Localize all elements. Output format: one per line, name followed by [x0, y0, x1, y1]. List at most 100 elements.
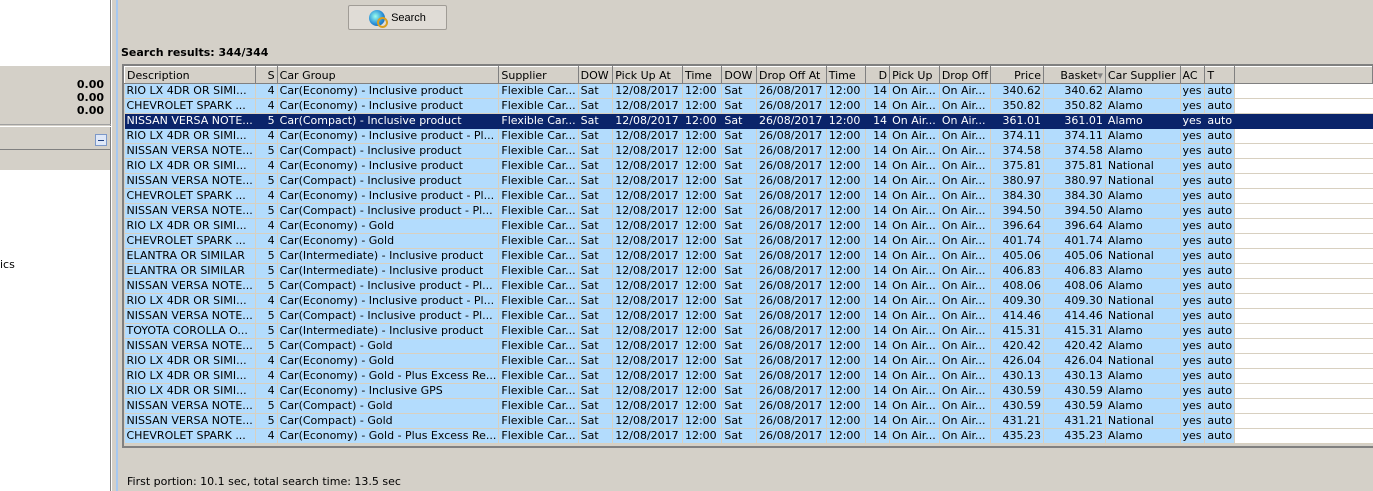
- table-row[interactable]: NISSAN VERSA NOTE... 5 Car(Compact) - Incl…: [124, 278, 1373, 294]
- cell-supplier: Flexible Car...: [498, 263, 579, 279]
- cell-ac: yes: [1180, 338, 1206, 354]
- cell-description: NISSAN VERSA NOTE...: [124, 413, 256, 429]
- column-header-dow[interactable]: DOW: [721, 66, 758, 84]
- table-row[interactable]: CHEVROLET SPARK ... 4 Car(Economy) - Inclu…: [124, 188, 1373, 204]
- cell-t: auto: [1204, 413, 1236, 429]
- table-row[interactable]: CHEVROLET SPARK ... 4 Car(Economy) - Gold F…: [124, 233, 1373, 249]
- cell-pick-up: On Air...: [889, 233, 940, 249]
- column-header-ac[interactable]: AC: [1179, 66, 1206, 84]
- column-header-basket[interactable]: Basket▾: [1043, 66, 1106, 84]
- cell-pick-up-at: 12/08/2017: [612, 218, 683, 234]
- table-row[interactable]: ELANTRA OR SIMILAR 5 Car(Intermediate) - I…: [124, 263, 1373, 279]
- splitter[interactable]: [111, 0, 118, 491]
- cell-d: 14: [865, 143, 891, 159]
- cell-drop-off: On Air...: [939, 83, 992, 99]
- cell-supplier: Flexible Car...: [498, 248, 579, 264]
- search-button[interactable]: Search: [348, 5, 447, 30]
- cell-supplier: Flexible Car...: [498, 188, 579, 204]
- cell-t: auto: [1204, 218, 1236, 234]
- table-row[interactable]: RIO LX 4DR OR SIMI... 4 Car(Economy) - Inc…: [124, 83, 1373, 99]
- table-row[interactable]: RIO LX 4DR OR SIMI... 4 Car(Economy) - Gol…: [124, 368, 1373, 384]
- cell-drop-off-at: 26/08/2017: [756, 428, 827, 444]
- cell-dow: Sat: [721, 113, 758, 129]
- cell-description: CHEVROLET SPARK ...: [124, 428, 256, 444]
- table-row[interactable]: RIO LX 4DR OR SIMI... 4 Car(Economy) - Inc…: [124, 383, 1373, 399]
- cell-basket: 406.83: [1043, 263, 1106, 279]
- cell-t: auto: [1204, 143, 1236, 159]
- column-header-supplier[interactable]: Supplier: [498, 66, 579, 84]
- search-button-label: Search: [391, 11, 426, 24]
- cell-d: 14: [865, 293, 891, 309]
- column-header-price[interactable]: Price: [990, 66, 1044, 84]
- cell-description: RIO LX 4DR OR SIMI...: [124, 368, 256, 384]
- column-header-time[interactable]: Time: [681, 66, 723, 84]
- table-row[interactable]: NISSAN VERSA NOTE... 5 Car(Compact) - Incl…: [124, 113, 1373, 129]
- column-header-time[interactable]: Time: [825, 66, 867, 84]
- cell-drop-off: On Air...: [939, 338, 992, 354]
- table-row[interactable]: ELANTRA OR SIMILAR 5 Car(Intermediate) - I…: [124, 248, 1373, 264]
- table-row[interactable]: RIO LX 4DR OR SIMI... 4 Car(Economy) - Gol…: [124, 218, 1373, 234]
- cell-dow: Sat: [721, 428, 758, 444]
- cell-description: ELANTRA OR SIMILAR: [124, 263, 256, 279]
- table-row[interactable]: RIO LX 4DR OR SIMI... 4 Car(Economy) - Inc…: [124, 158, 1373, 174]
- cell-pick-up-at: 12/08/2017: [612, 323, 683, 339]
- table-row[interactable]: TOYOTA COROLLA O... 5 Car(Intermediate) - …: [124, 323, 1373, 339]
- cell-car-group: Car(Economy) - Gold: [277, 233, 500, 249]
- cell-drop-off-at: 26/08/2017: [756, 263, 827, 279]
- cell-time: 12:00: [682, 203, 723, 219]
- column-header-drop-off[interactable]: Drop Off: [938, 66, 992, 84]
- table-row[interactable]: RIO LX 4DR OR SIMI... 4 Car(Economy) - Inc…: [124, 293, 1373, 309]
- cell-pick-up-at: 12/08/2017: [612, 368, 683, 384]
- cell-dow: Sat: [721, 338, 758, 354]
- column-header-dow[interactable]: DOW: [577, 66, 614, 84]
- cell-car-supplier: Alamo: [1105, 428, 1181, 444]
- cell-description: RIO LX 4DR OR SIMI...: [124, 293, 256, 309]
- column-header-pick-up[interactable]: Pick Up: [889, 66, 940, 84]
- cell-d: 14: [865, 263, 891, 279]
- column-header-drop-off-at[interactable]: Drop Off At: [756, 66, 827, 84]
- column-header-description[interactable]: Description: [124, 66, 256, 84]
- cell-dow: Sat: [578, 413, 614, 429]
- table-row[interactable]: CHEVROLET SPARK ... 4 Car(Economy) - Gold …: [124, 428, 1373, 444]
- row-filler: [1234, 398, 1373, 414]
- cell-pick-up-at: 12/08/2017: [612, 413, 683, 429]
- cell-ac: yes: [1180, 83, 1206, 99]
- table-row[interactable]: NISSAN VERSA NOTE... 5 Car(Compact) - Gold…: [124, 338, 1373, 354]
- cell-price: 408.06: [990, 278, 1044, 294]
- cell-car-group: Car(Economy) - Inclusive product: [277, 83, 500, 99]
- column-header-d[interactable]: D: [865, 66, 891, 84]
- cell-s: 4: [255, 368, 278, 384]
- table-row[interactable]: RIO LX 4DR OR SIMI... 4 Car(Economy) - Gol…: [124, 353, 1373, 369]
- cell-dow: Sat: [721, 128, 758, 144]
- table-row[interactable]: NISSAN VERSA NOTE... 5 Car(Compact) - Incl…: [124, 203, 1373, 219]
- cell-basket: 430.13: [1043, 368, 1106, 384]
- cell-supplier: Flexible Car...: [498, 233, 579, 249]
- cell-t: auto: [1204, 188, 1236, 204]
- collapse-icon[interactable]: [95, 134, 107, 146]
- cell-t: auto: [1204, 158, 1236, 174]
- cell-dow: Sat: [578, 98, 614, 114]
- cell-time: 12:00: [826, 323, 867, 339]
- table-row[interactable]: NISSAN VERSA NOTE... 5 Car(Compact) - Incl…: [124, 308, 1373, 324]
- results-grid[interactable]: Description S Car Group Supplier DOW Pick Up …: [122, 64, 1373, 448]
- cell-supplier: Flexible Car...: [498, 158, 579, 174]
- column-header-car-group[interactable]: Car Group: [276, 66, 500, 84]
- column-header-s[interactable]: S: [254, 66, 278, 84]
- cell-pick-up-at: 12/08/2017: [612, 143, 683, 159]
- cell-drop-off-at: 26/08/2017: [756, 203, 827, 219]
- table-row[interactable]: NISSAN VERSA NOTE... 5 Car(Compact) - Incl…: [124, 173, 1373, 189]
- cell-car-supplier: Alamo: [1105, 263, 1181, 279]
- table-row[interactable]: NISSAN VERSA NOTE... 5 Car(Compact) - Gold…: [124, 413, 1373, 429]
- table-row[interactable]: NISSAN VERSA NOTE... 5 Car(Compact) - Gold…: [124, 398, 1373, 414]
- column-header-t[interactable]: T: [1204, 66, 1236, 84]
- cell-d: 14: [865, 98, 891, 114]
- cell-d: 14: [865, 173, 891, 189]
- table-row[interactable]: CHEVROLET SPARK ... 4 Car(Economy) - Inclu…: [124, 98, 1373, 114]
- table-row[interactable]: RIO LX 4DR OR SIMI... 4 Car(Economy) - Inc…: [124, 128, 1373, 144]
- column-header-pick-up-at[interactable]: Pick Up At: [612, 66, 683, 84]
- table-row[interactable]: NISSAN VERSA NOTE... 5 Car(Compact) - Incl…: [124, 143, 1373, 159]
- row-filler: [1234, 188, 1373, 204]
- cell-time: 12:00: [682, 293, 723, 309]
- column-header-car-supplier[interactable]: Car Supplier: [1104, 66, 1181, 84]
- cell-price: 396.64: [990, 218, 1044, 234]
